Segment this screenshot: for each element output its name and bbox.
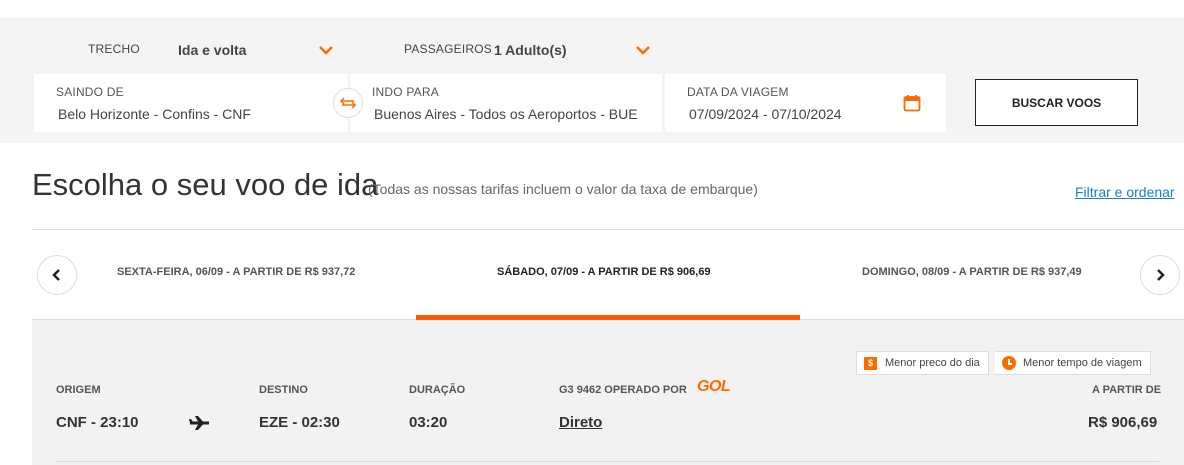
flight-duration: 03:20 (409, 414, 448, 431)
fastest-badge: Menor tempo de viagem (995, 351, 1151, 375)
operator-label: G3 9462 OPERADO POR (559, 384, 687, 396)
page-subtitle: (Todas as nossas tarifas incluem o valor… (368, 181, 758, 197)
previous-date-button[interactable] (37, 255, 77, 295)
date-tab-sunday[interactable]: DOMINGO, 08/09 - A PARTIR DE R$ 937,49 (862, 266, 1082, 278)
dollar-icon: $ (864, 356, 877, 370)
chevron-left-icon (52, 269, 60, 281)
filter-sort-link[interactable]: Filtrar e ordenar (1075, 184, 1175, 200)
price-label: A PARTIR DE (1092, 384, 1162, 396)
duration-column-label: DURAÇÃO (409, 384, 466, 396)
page-title: Escolha o seu voo de ida (32, 167, 379, 202)
divider (32, 229, 1184, 230)
date-label: DATA DA VIAGEM (687, 85, 789, 99)
swap-icon (339, 97, 357, 109)
passengers-label: PASSAGEIROS (404, 42, 493, 56)
origin-label: SAINDO DE (56, 85, 124, 99)
origin-value[interactable]: Belo Horizonte - Confins - CNF (58, 106, 251, 122)
card-divider (55, 461, 1159, 462)
cheapest-badge: $ Menor preco do dia (856, 351, 989, 375)
flight-destination: EZE - 02:30 (259, 414, 340, 431)
chevron-right-icon (1157, 269, 1165, 281)
origin-column-label: ORIGEM (56, 384, 101, 396)
trip-type-label: TRECHO (88, 42, 140, 56)
chevron-down-icon[interactable] (318, 44, 334, 56)
trip-type-select[interactable]: Ida e volta (178, 42, 246, 58)
date-tab-friday[interactable]: SEXTA-FEIRA, 06/09 - A PARTIR DE R$ 937,… (117, 266, 355, 278)
fastest-badge-label: Menor tempo de viagem (1023, 357, 1142, 369)
cheapest-badge-label: Menor preco do dia (885, 357, 980, 369)
clock-icon (1002, 356, 1016, 370)
active-tab-indicator (416, 315, 800, 320)
search-flights-button[interactable]: BUSCAR VOOS (975, 79, 1138, 126)
next-date-button[interactable] (1140, 255, 1180, 295)
stops-link[interactable]: Direto (559, 414, 602, 431)
gol-logo: GOL (697, 378, 731, 395)
destination-field[interactable]: INDO PARA Buenos Aires - Todos os Aeropo… (350, 74, 662, 132)
date-value[interactable]: 07/09/2024 - 07/10/2024 (689, 106, 842, 122)
chevron-down-icon[interactable] (635, 44, 651, 56)
flight-price[interactable]: R$ 906,69 (1088, 414, 1157, 431)
destination-value[interactable]: Buenos Aires - Todos os Aeroportos - BUE (374, 106, 642, 122)
date-tab-saturday[interactable]: SÁBADO, 07/09 - A PARTIR DE R$ 906,69 (497, 266, 711, 278)
destination-label: INDO PARA (372, 85, 439, 99)
swap-button[interactable] (333, 88, 363, 118)
flight-origin: CNF - 23:10 (56, 414, 139, 431)
date-field[interactable]: DATA DA VIAGEM 07/09/2024 - 07/10/2024 (665, 74, 946, 132)
calendar-icon[interactable] (903, 94, 921, 112)
airplane-icon (189, 416, 209, 430)
origin-field[interactable]: SAINDO DE Belo Horizonte - Confins - CNF (34, 74, 348, 132)
passengers-select[interactable]: 1 Adulto(s) (494, 42, 567, 58)
destination-column-label: DESTINO (259, 384, 308, 396)
